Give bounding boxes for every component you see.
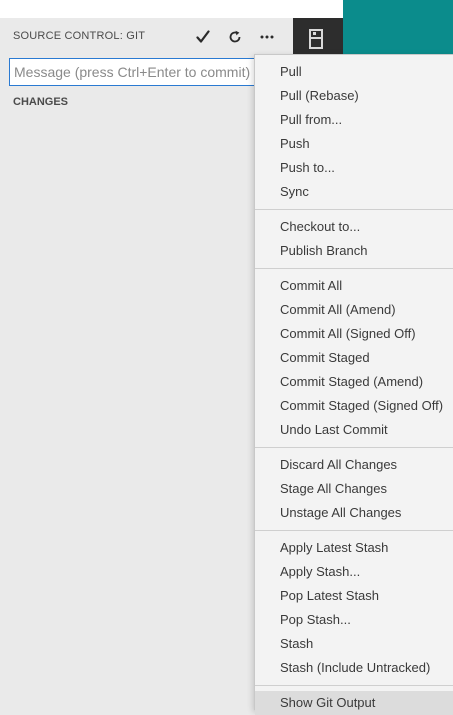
- menu-item-sync[interactable]: Sync: [255, 180, 453, 204]
- title-strip: [0, 0, 343, 18]
- menu-item-pop-stash[interactable]: Pop Stash...: [255, 608, 453, 632]
- menu-item-pull-rebase[interactable]: Pull (Rebase): [255, 84, 453, 108]
- menu-item-commit-all-signed-off[interactable]: Commit All (Signed Off): [255, 322, 453, 346]
- menu-separator: [255, 685, 453, 686]
- menu-item-push[interactable]: Push: [255, 132, 453, 156]
- menu-item-unstage-all-changes[interactable]: Unstage All Changes: [255, 501, 453, 525]
- menu-item-checkout-to[interactable]: Checkout to...: [255, 215, 453, 239]
- menu-item-apply-stash[interactable]: Apply Stash...: [255, 560, 453, 584]
- menu-item-commit-staged-amend[interactable]: Commit Staged (Amend): [255, 370, 453, 394]
- menu-item-apply-latest-stash[interactable]: Apply Latest Stash: [255, 536, 453, 560]
- menu-separator: [255, 447, 453, 448]
- menu-item-pull[interactable]: Pull: [255, 60, 453, 84]
- menu-item-stash-include-untracked[interactable]: Stash (Include Untracked): [255, 656, 453, 680]
- menu-item-stage-all-changes[interactable]: Stage All Changes: [255, 477, 453, 501]
- split-editor-icon[interactable]: [309, 29, 323, 49]
- menu-item-pop-latest-stash[interactable]: Pop Latest Stash: [255, 584, 453, 608]
- check-icon[interactable]: [192, 26, 214, 48]
- more-actions-menu: Pull Pull (Rebase) Pull from... Push Push to…: [254, 54, 453, 715]
- panel-header: SOURCE CONTROL: GIT: [0, 18, 293, 54]
- menu-separator: [255, 209, 453, 210]
- source-control-panel: [0, 18, 293, 710]
- menu-item-commit-all-amend[interactable]: Commit All (Amend): [255, 298, 453, 322]
- menu-item-publish-branch[interactable]: Publish Branch: [255, 239, 453, 263]
- menu-separator: [255, 268, 453, 269]
- panel-title: SOURCE CONTROL: GIT: [13, 30, 146, 42]
- menu-item-push-to[interactable]: Push to...: [255, 156, 453, 180]
- menu-item-discard-all-changes[interactable]: Discard All Changes: [255, 453, 453, 477]
- menu-item-pull-from[interactable]: Pull from...: [255, 108, 453, 132]
- menu-separator: [255, 530, 453, 531]
- menu-item-commit-all[interactable]: Commit All: [255, 274, 453, 298]
- ellipsis-icon[interactable]: [256, 26, 278, 48]
- refresh-icon[interactable]: [224, 26, 246, 48]
- changes-section-header[interactable]: CHANGES: [13, 96, 68, 108]
- menu-item-commit-staged-signed-off[interactable]: Commit Staged (Signed Off): [255, 394, 453, 418]
- menu-item-stash[interactable]: Stash: [255, 632, 453, 656]
- commit-message-input[interactable]: [9, 58, 259, 86]
- menu-item-commit-staged[interactable]: Commit Staged: [255, 346, 453, 370]
- menu-item-show-git-output[interactable]: Show Git Output: [255, 691, 453, 715]
- menu-item-undo-last-commit[interactable]: Undo Last Commit: [255, 418, 453, 442]
